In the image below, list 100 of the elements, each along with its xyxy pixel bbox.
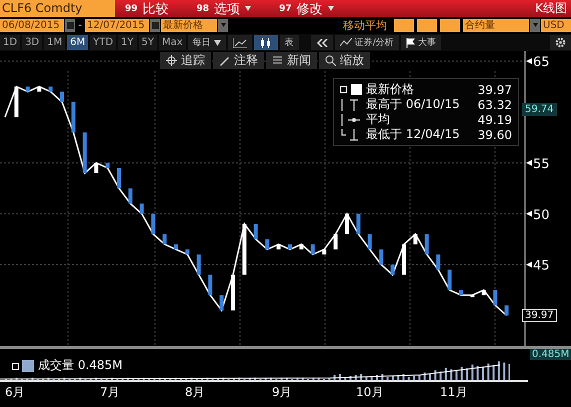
- candle-icon: [402, 244, 406, 275]
- legend-label: 最高于 06/10/15: [366, 96, 460, 113]
- y-tick-label: 55: [533, 156, 550, 172]
- legend-value: 39.60: [478, 128, 512, 142]
- settings-icon[interactable]: [550, 35, 571, 50]
- candle-icon: [254, 224, 258, 240]
- candle-icon: [413, 234, 418, 244]
- range-tab[interactable]: 1Y: [118, 35, 137, 50]
- range-tab[interactable]: 3D: [22, 35, 42, 50]
- range-tab[interactable]: Max: [159, 35, 186, 50]
- chart-tool-button[interactable]: 追踪: [160, 52, 211, 69]
- candle-icon: [436, 254, 440, 270]
- dropdown-icon[interactable]: [530, 18, 540, 32]
- chart-tool-button[interactable]: 新闻: [266, 52, 317, 69]
- candle-icon: [196, 254, 201, 275]
- menu-button[interactable]: 98 选项: [196, 0, 252, 18]
- candle-icon: [265, 239, 270, 250]
- candle-chart-button[interactable]: [254, 35, 278, 50]
- candle-icon: [128, 188, 132, 204]
- menu-button[interactable]: 97 修改: [279, 0, 334, 18]
- candle-icon: [299, 244, 304, 250]
- candle-icon: [48, 86, 53, 92]
- candle-icon: [140, 204, 144, 214]
- line-chart-button[interactable]: [228, 35, 252, 50]
- trend-line-icon: [340, 38, 352, 47]
- chart-tool-button[interactable]: 缩放: [319, 52, 370, 69]
- moving-average-label: 移动平均: [343, 18, 387, 32]
- month-label: 9月: [272, 384, 292, 401]
- candle-icon: [37, 86, 42, 92]
- candle-icon: [276, 244, 281, 250]
- volume-label: 成交量 0.485M: [38, 357, 123, 374]
- moving-average-field[interactable]: [394, 18, 414, 32]
- line-chart-icon: [232, 38, 247, 48]
- price-label: 59.74: [522, 103, 557, 116]
- candle-icon: [185, 249, 190, 254]
- crosshair-icon: [166, 55, 177, 66]
- pencil-icon: [219, 55, 230, 66]
- caret-icon: [214, 40, 221, 46]
- square-icon: [340, 84, 362, 95]
- end-date-field[interactable]: 12/07/2015: [85, 18, 149, 32]
- candle-icon: [424, 234, 429, 254]
- analysis-button[interactable]: 证券/分析: [334, 35, 399, 50]
- candle-icon: [356, 214, 360, 234]
- calendar-icon[interactable]: [65, 18, 75, 32]
- collapse-button[interactable]: [310, 35, 333, 50]
- moving-average-field[interactable]: [440, 18, 460, 32]
- candle-icon: [208, 274, 212, 296]
- y-tick-label: 45: [526, 258, 550, 274]
- search-icon: [325, 55, 336, 66]
- events-button[interactable]: 大事: [400, 35, 441, 50]
- candle-icon: [470, 295, 474, 298]
- price-field-dropdown[interactable]: 最新价格: [161, 18, 217, 32]
- range-tab[interactable]: 6M: [67, 35, 88, 50]
- legend-label: 最新价格: [366, 81, 414, 98]
- start-date-field[interactable]: 06/08/2015: [0, 18, 64, 32]
- month-label: 10月: [356, 384, 384, 401]
- candle-icon: [345, 214, 349, 234]
- chart-tool-button[interactable]: 注释: [213, 52, 264, 69]
- legend-label: 最低于 12/04/15: [366, 126, 460, 143]
- legend-value: 49.19: [478, 112, 512, 126]
- legend-value: 63.32: [478, 98, 512, 112]
- volume-price-label: 0.485M: [530, 349, 571, 360]
- currency-dropdown[interactable]: USD: [541, 18, 571, 32]
- view-title: K线图: [535, 0, 567, 17]
- calendar-icon[interactable]: [150, 18, 160, 32]
- candle-icon: [71, 102, 76, 132]
- candle-icon: [379, 249, 384, 265]
- square-icon: [12, 360, 34, 372]
- range-tab[interactable]: 5Y: [138, 35, 158, 50]
- candle-icon: [231, 274, 235, 310]
- month-label: 6月: [5, 384, 25, 401]
- period-dropdown[interactable]: 每日: [188, 35, 226, 50]
- candle-icon: [60, 92, 64, 102]
- ticker-field[interactable]: CLF6 Comdty: [0, 0, 115, 17]
- month-label: 11月: [440, 384, 468, 401]
- price-label: 39.97: [522, 309, 557, 322]
- candle-icon: [94, 162, 98, 174]
- y-tick-label: 50: [533, 208, 550, 223]
- menu-button[interactable]: 99 比较: [125, 0, 169, 18]
- candle-icon: [162, 234, 167, 244]
- range-tab[interactable]: 1D: [0, 35, 20, 50]
- volume-field-dropdown[interactable]: 合约量: [463, 18, 529, 32]
- y-tick-label: 65: [526, 55, 550, 70]
- candle-icon: [26, 86, 30, 92]
- range-tab[interactable]: 1M: [44, 35, 66, 50]
- candle-icon: [151, 214, 156, 234]
- y-tick-label: 55: [526, 156, 550, 172]
- candle-icon: [242, 224, 246, 275]
- candle-icon: [334, 234, 338, 250]
- dropdown-icon[interactable]: [218, 18, 228, 32]
- candle-icon: [390, 264, 395, 275]
- candle-icon: [448, 270, 452, 290]
- candle-icon: [288, 244, 292, 250]
- candle-icon: [14, 86, 18, 118]
- moving-average-field[interactable]: [417, 18, 437, 32]
- month-label: 8月: [185, 384, 205, 401]
- range-tab[interactable]: YTD: [90, 35, 116, 50]
- candle-icon: [106, 162, 110, 168]
- table-button[interactable]: 表: [280, 35, 299, 50]
- candle-icon: [482, 290, 486, 296]
